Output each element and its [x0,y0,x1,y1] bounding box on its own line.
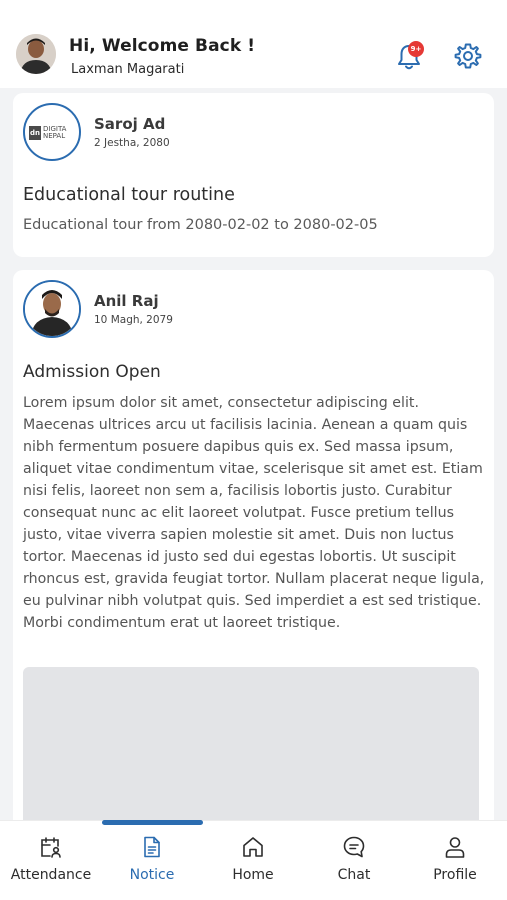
author-name: Anil Raj [94,292,159,310]
nav-profile[interactable]: Profile [405,835,505,895]
notice-card[interactable]: Anil Raj 10 Magh, 2079 Admission Open Lo… [13,270,494,877]
digita-nepal-logo: dn DIGITA NEPAL [29,124,67,140]
notice-body: Lorem ipsum dolor sit amet, consectetur … [23,395,485,631]
settings-gear-icon[interactable] [454,42,482,70]
calendar-user-icon [41,837,61,858]
document-icon [144,836,160,858]
user-name: Laxman Magarati [71,62,185,77]
post-date: 2 Jestha, 2080 [94,137,170,149]
chat-bubble-icon [343,836,365,858]
welcome-greeting: Hi, Welcome Back ! [69,36,256,56]
notice-card[interactable]: dn DIGITA NEPAL Saroj Ad 2 Jestha, 2080 … [13,93,494,257]
author-avatar: dn DIGITA NEPAL [23,103,81,161]
nav-home[interactable]: Home [203,835,303,895]
nav-notice[interactable]: Notice [102,835,202,895]
notice-screen: Hi, Welcome Back ! Laxman Magarati 9+ dn… [0,0,507,900]
user-photo-icon [16,34,56,74]
notice-title: Educational tour routine [23,185,235,205]
app-header: Hi, Welcome Back ! Laxman Magarati 9+ [0,0,507,88]
home-icon [243,837,263,857]
user-avatar[interactable] [16,34,56,74]
nav-chat[interactable]: Chat [304,835,404,895]
person-icon [445,837,465,858]
active-tab-indicator [102,820,203,825]
notice-body: Educational tour from 2080-02-02 to 2080… [23,217,378,233]
notification-badge: 9+ [408,41,424,57]
nav-attendance[interactable]: Attendance [1,835,101,895]
author-name: Saroj Ad [94,115,166,133]
post-date: 10 Magh, 2079 [94,314,173,326]
notice-title: Admission Open [23,362,161,382]
author-photo-icon [25,282,79,336]
bottom-navigation: Attendance Notice Home Chat Profile [0,820,507,900]
author-avatar [23,280,81,338]
